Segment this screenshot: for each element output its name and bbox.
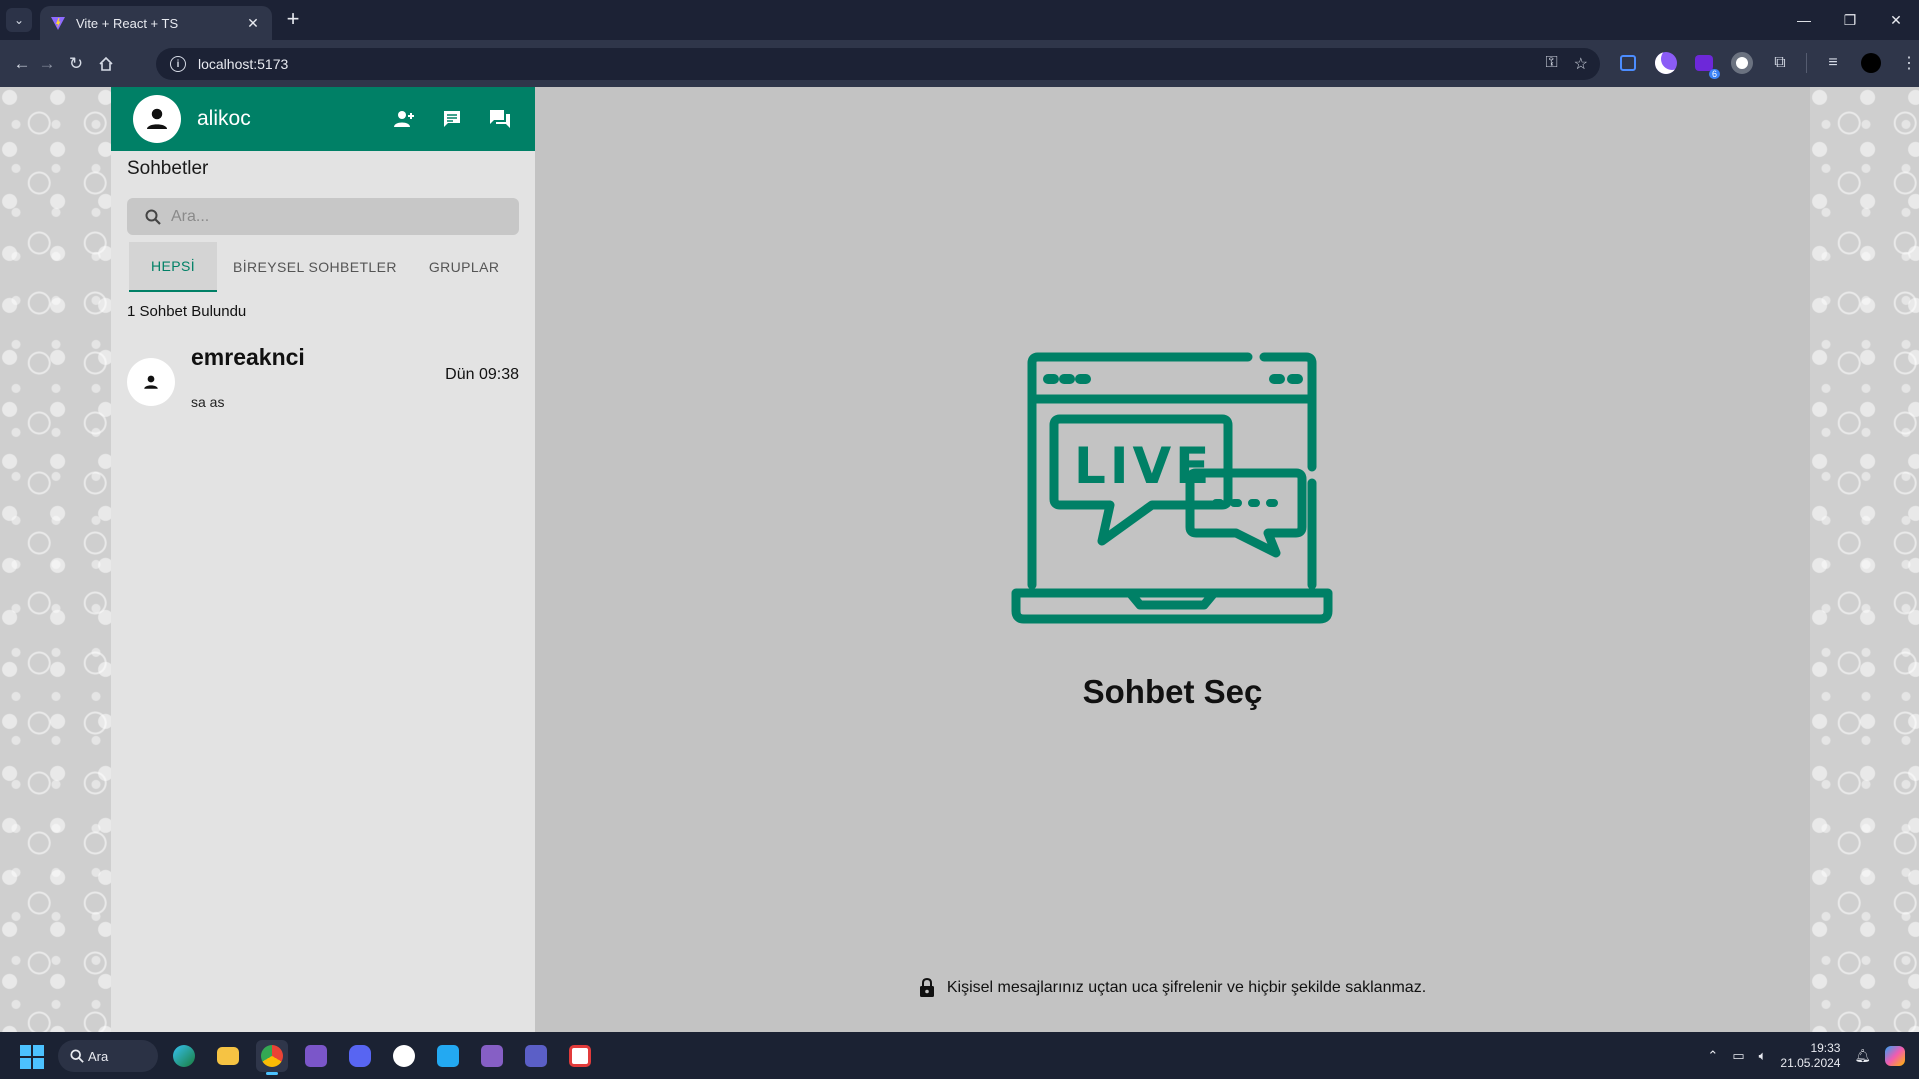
browser-tab[interactable]: Vite + React + TS ✕ [40, 6, 272, 40]
badge-extension-icon[interactable]: 6 [1692, 51, 1720, 79]
password-key-icon[interactable]: ⚿ [1545, 54, 1557, 74]
system-clock[interactable]: 19:33 21.05.2024 [1780, 1041, 1840, 1071]
address-bar[interactable]: i localhost:5173 ⚿ ☆ [156, 48, 1600, 80]
url-text: localhost:5173 [198, 56, 289, 72]
home-icon[interactable] [92, 50, 120, 78]
extensions-area: 6 ⧉ ≡ ⋮ [1616, 51, 1919, 79]
sidebar-title: Sohbetler [127, 158, 209, 179]
dark-mode-extension-icon[interactable] [1654, 51, 1678, 75]
browser-tabbar: ⌄ Vite + React + TS ✕ + — ❐ ✕ [0, 0, 1919, 40]
file-explorer-icon[interactable] [212, 1040, 244, 1072]
person-icon [147, 108, 167, 129]
site-info-icon[interactable]: i [170, 56, 186, 72]
chat-name: emreaknci [191, 344, 305, 370]
edge-icon[interactable] [168, 1040, 200, 1072]
windows-start-icon[interactable] [20, 1045, 44, 1069]
chat-sidebar: alikoc Sohbetler HEPSİ BİREYSEL SOHBETLE… [111, 87, 535, 1032]
teams-icon[interactable] [520, 1040, 552, 1072]
privacy-note: Kişisel mesajlarınız uçtan uca şifreleni… [535, 978, 1810, 998]
notifications-bell-icon[interactable]: 🔔︎ [1854, 1048, 1871, 1064]
clock-time: 19:33 [1810, 1040, 1841, 1055]
network-icon[interactable]: ▭ [1732, 1048, 1744, 1064]
search-icon [70, 1049, 84, 1063]
new-tab-button[interactable]: + [282, 8, 304, 30]
search-icon [145, 209, 161, 225]
volume-icon[interactable]: 🔈︎ [1759, 1048, 1767, 1064]
group-chat-icon[interactable] [487, 106, 513, 132]
vite-icon [51, 17, 65, 30]
visual-studio-preview-icon[interactable] [300, 1040, 332, 1072]
live-text: LIVE [1074, 437, 1213, 495]
forward-icon[interactable]: → [33, 50, 61, 78]
screenshot-extension-icon[interactable] [1616, 51, 1640, 75]
results-count: 1 Sohbet Bulundu [127, 303, 247, 320]
menu-kebab-icon[interactable]: ⋮ [1897, 51, 1919, 75]
window-controls: — ❐ ✕ [1781, 0, 1919, 40]
tab-all[interactable]: HEPSİ [129, 242, 218, 292]
chat-last-message: sa as [191, 394, 225, 410]
tab-title: Vite + React + TS [76, 15, 179, 31]
chat-time: Dün 09:38 [445, 366, 519, 383]
puzzle-extensions-icon[interactable]: ⧉ [1768, 51, 1792, 75]
chat-avatar [127, 358, 175, 406]
search-input[interactable] [171, 207, 491, 226]
close-window-button[interactable]: ✕ [1873, 0, 1919, 40]
taskbar-apps [168, 1040, 596, 1075]
chat-list-item[interactable]: emreaknci Dün 09:38 sa as [111, 344, 535, 424]
profile-avatar-icon[interactable] [1859, 51, 1883, 75]
vscode-icon[interactable] [432, 1040, 464, 1072]
search-box [127, 198, 519, 235]
person-icon [144, 375, 158, 389]
user-avatar[interactable] [133, 95, 181, 143]
reload-icon[interactable]: ↻ [62, 50, 90, 78]
copilot-icon[interactable] [1885, 1045, 1905, 1066]
back-icon[interactable]: ← [8, 50, 36, 78]
chat-main-panel: LIVE Sohbet Seç Kişisel mesajlarınız uçt… [535, 87, 1810, 1032]
current-username: alikoc [197, 107, 251, 130]
snipping-tool-icon[interactable] [564, 1040, 596, 1072]
bookmark-star-icon[interactable]: ☆ [1574, 54, 1588, 74]
minimize-button[interactable]: — [1781, 0, 1827, 40]
discord-icon[interactable] [344, 1040, 376, 1072]
github-desktop-icon[interactable] [388, 1040, 420, 1072]
browser-toolbar: ← → ↻ i localhost:5173 ⚿ ☆ 6 ⧉ ≡ ⋮ [0, 40, 1919, 87]
record-extension-icon[interactable] [1730, 51, 1754, 75]
background-doodle-left [0, 87, 111, 1032]
empty-state-title: Sohbet Seç [1082, 673, 1263, 710]
taskbar-search[interactable]: Ara [58, 1040, 158, 1072]
restore-button[interactable]: ❐ [1827, 0, 1873, 40]
taskbar-search-label: Ara [88, 1048, 109, 1064]
add-user-icon[interactable] [391, 106, 417, 132]
system-tray: ⌃ ▭ 🔈︎ 19:33 21.05.2024 🔔︎ [1707, 1032, 1919, 1079]
lock-icon [919, 978, 934, 997]
tab-groups[interactable]: GRUPLAR [413, 242, 515, 292]
new-message-icon[interactable] [439, 106, 465, 132]
extension-badge: 6 [1708, 69, 1720, 79]
media-controls-icon[interactable]: ≡ [1821, 51, 1845, 75]
privacy-text: Kişisel mesajlarınız uçtan uca şifreleni… [946, 979, 1427, 996]
clock-date: 21.05.2024 [1780, 1055, 1841, 1070]
web-page: alikoc Sohbetler HEPSİ BİREYSEL SOHBETLE… [0, 87, 1919, 1032]
sidebar-header: alikoc [111, 87, 535, 151]
chrome-icon[interactable] [256, 1040, 288, 1075]
visual-studio-icon[interactable] [476, 1040, 508, 1072]
toolbar-divider [1806, 53, 1807, 73]
live-chat-illustration: LIVE [1011, 352, 1333, 624]
chevron-up-icon[interactable]: ⌃ [1707, 1048, 1718, 1064]
os-taskbar: Ara ⌃ ▭ 🔈︎ 19:33 21.05.2024 🔔︎ [0, 1032, 1919, 1079]
tab-list-dropdown[interactable]: ⌄ [6, 8, 32, 32]
tab-close-icon[interactable]: ✕ [244, 15, 262, 32]
tab-individual-chats[interactable]: BİREYSEL SOHBETLER [217, 242, 413, 292]
chat-filter-tabs: HEPSİ BİREYSEL SOHBETLER GRUPLAR [129, 242, 535, 292]
background-doodle-right [1810, 87, 1919, 1032]
